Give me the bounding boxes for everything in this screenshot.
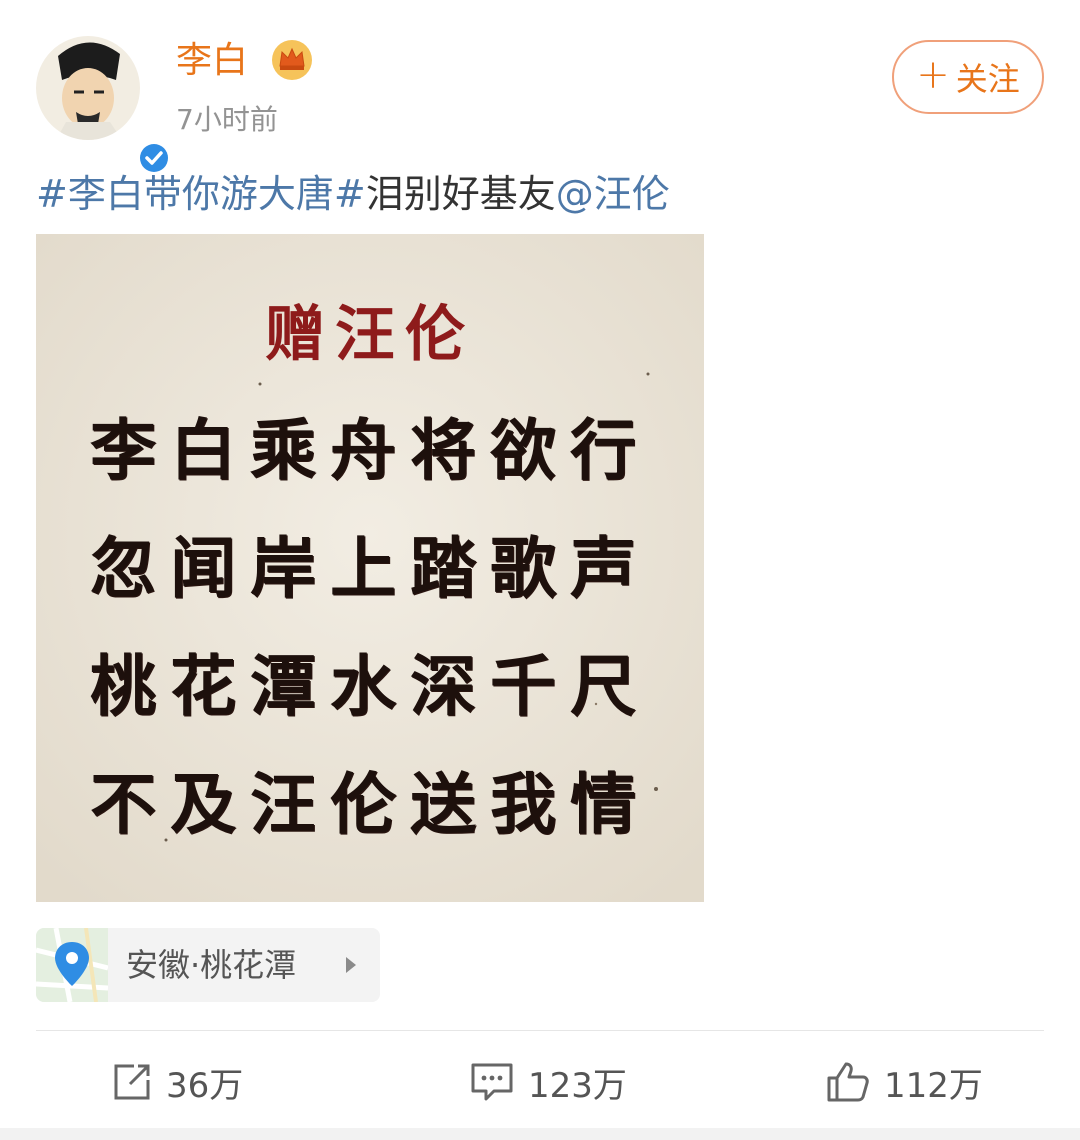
bottom-spacer xyxy=(0,1128,1080,1140)
crown-icon xyxy=(272,40,312,80)
timestamp: 7小时前 xyxy=(176,103,278,136)
poem-title: 赠汪伦 xyxy=(265,300,475,370)
poem-line: 桃花潭水深千尺 xyxy=(90,647,650,725)
location-chip[interactable]: 安徽·桃花潭 xyxy=(36,928,380,1002)
mention-link[interactable]: @汪伦 xyxy=(556,172,670,216)
post-image[interactable]: 赠汪伦 李白乘舟将欲行 忽闻岸上踏歌声 桃花潭水深千尺 不及汪伦送我情 xyxy=(36,234,704,902)
avatar-image xyxy=(36,36,140,140)
comment-count: 123万 xyxy=(528,1065,627,1106)
like-count: 112万 xyxy=(884,1065,983,1106)
hashtag-link[interactable]: #李白带你游大唐# xyxy=(36,172,366,216)
post-text: #李白带你游大唐#泪别好基友@汪伦 xyxy=(36,166,670,222)
repost-count: 36万 xyxy=(166,1065,244,1106)
location-label: 安徽·桃花潭 xyxy=(126,946,297,984)
post-body: 泪别好基友 xyxy=(365,172,556,216)
repost-button[interactable]: 36万 xyxy=(112,1052,243,1112)
poem-line: 不及汪伦送我情 xyxy=(90,765,650,843)
like-button[interactable]: 112万 xyxy=(826,1052,983,1112)
poem-line: 忽闻岸上踏歌声 xyxy=(90,529,650,607)
comment-icon xyxy=(471,1063,513,1101)
follow-button[interactable]: + 关注 xyxy=(892,40,1044,114)
location-pin-icon xyxy=(36,928,108,1002)
avatar[interactable] xyxy=(36,36,171,175)
username[interactable]: 李白 xyxy=(176,38,248,84)
like-icon xyxy=(827,1062,869,1102)
chevron-right-icon xyxy=(346,957,356,973)
comment-button[interactable]: 123万 xyxy=(470,1052,627,1112)
plus-icon: + xyxy=(916,52,950,98)
poem-line: 李白乘舟将欲行 xyxy=(90,411,650,489)
follow-label: 关注 xyxy=(955,60,1020,98)
repost-icon xyxy=(114,1064,150,1100)
divider xyxy=(36,1030,1044,1031)
